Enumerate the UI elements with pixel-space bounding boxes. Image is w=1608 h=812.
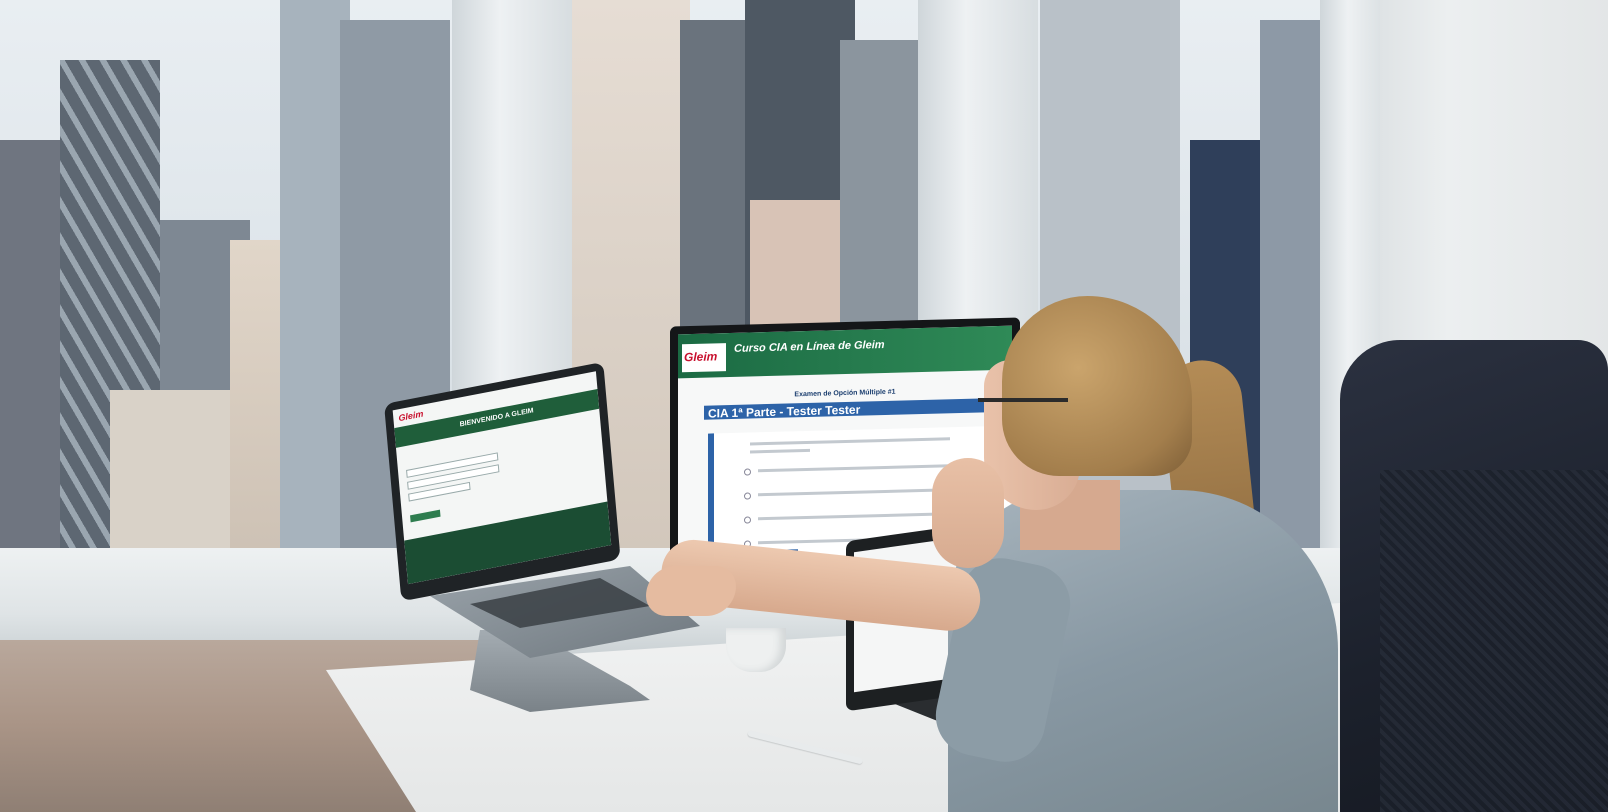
monitor-logo: Gleim <box>684 349 718 365</box>
answer-option <box>744 516 751 524</box>
laptop-display: Gleim BIENVENIDO A GLEIM <box>392 371 612 585</box>
glasses <box>978 398 1068 424</box>
chair-mesh <box>1380 470 1608 812</box>
coffee-mug <box>726 628 786 672</box>
monitor-header <box>678 325 1012 379</box>
answer-option <box>744 468 751 476</box>
answer-option <box>744 492 751 500</box>
office-photo: Gleim BIENVENIDO A GLEIM Gleim Curso CIA… <box>0 0 1608 812</box>
question-line <box>750 448 810 454</box>
laptop-logo: Gleim <box>397 408 424 424</box>
hand-at-chin <box>932 458 1004 568</box>
window-mullion <box>918 0 1038 340</box>
question-line <box>750 437 950 446</box>
laptop-login-button <box>410 509 441 523</box>
monitor-part-title: CIA 1ª Parte - Tester Tester <box>708 402 861 421</box>
hand-on-keyboard <box>646 566 736 616</box>
laptop-banner: BIENVENIDO A GLEIM <box>394 388 600 448</box>
laptop: Gleim BIENVENIDO A GLEIM <box>384 361 621 602</box>
